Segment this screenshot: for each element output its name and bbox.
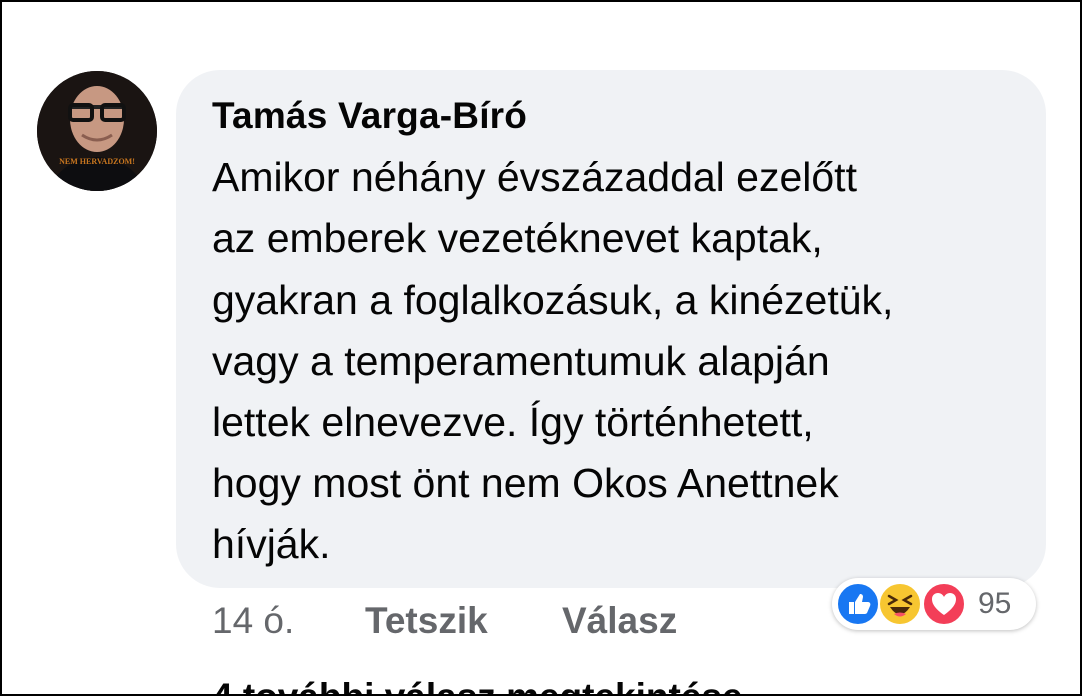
like-button[interactable]: Tetszik [365,600,488,642]
haha-reaction-icon [878,582,922,626]
comment-text-line-7: hívják. [212,521,331,567]
comment-text-line-6: hogy most önt nem Okos Anettnek [212,460,839,506]
comment-text-line-4: vagy a temperamentumuk alapján [212,338,830,384]
author-avatar[interactable]: NEM HERVADZOM! [37,71,157,191]
comment-text-line-2: az emberek vezetéknevet kaptak, [212,215,823,261]
comment-text-line-1: Amikor néhány évszázaddal ezelőtt [212,154,857,200]
love-reaction-icon [922,582,966,626]
comment-text-line-5: lettek elnevezve. Így történhetett, [212,399,814,445]
reaction-count: 95 [978,587,1012,620]
view-more-replies-link[interactable]: 4 további válasz megtekintése [212,676,743,696]
comment-text-line-3: gyakran a foglalkozásuk, a kinézetük, [212,277,894,323]
like-reaction-icon [836,582,880,626]
comment-author-name[interactable]: Tamás Varga-Bíró [212,95,527,137]
reply-button[interactable]: Válasz [562,600,677,642]
comment-timestamp[interactable]: 14 ó. [212,600,294,642]
reactions-summary[interactable]: 95 [832,578,1036,630]
avatar-caption: NEM HERVADZOM! [59,157,135,166]
comment-bubble [176,70,1046,588]
